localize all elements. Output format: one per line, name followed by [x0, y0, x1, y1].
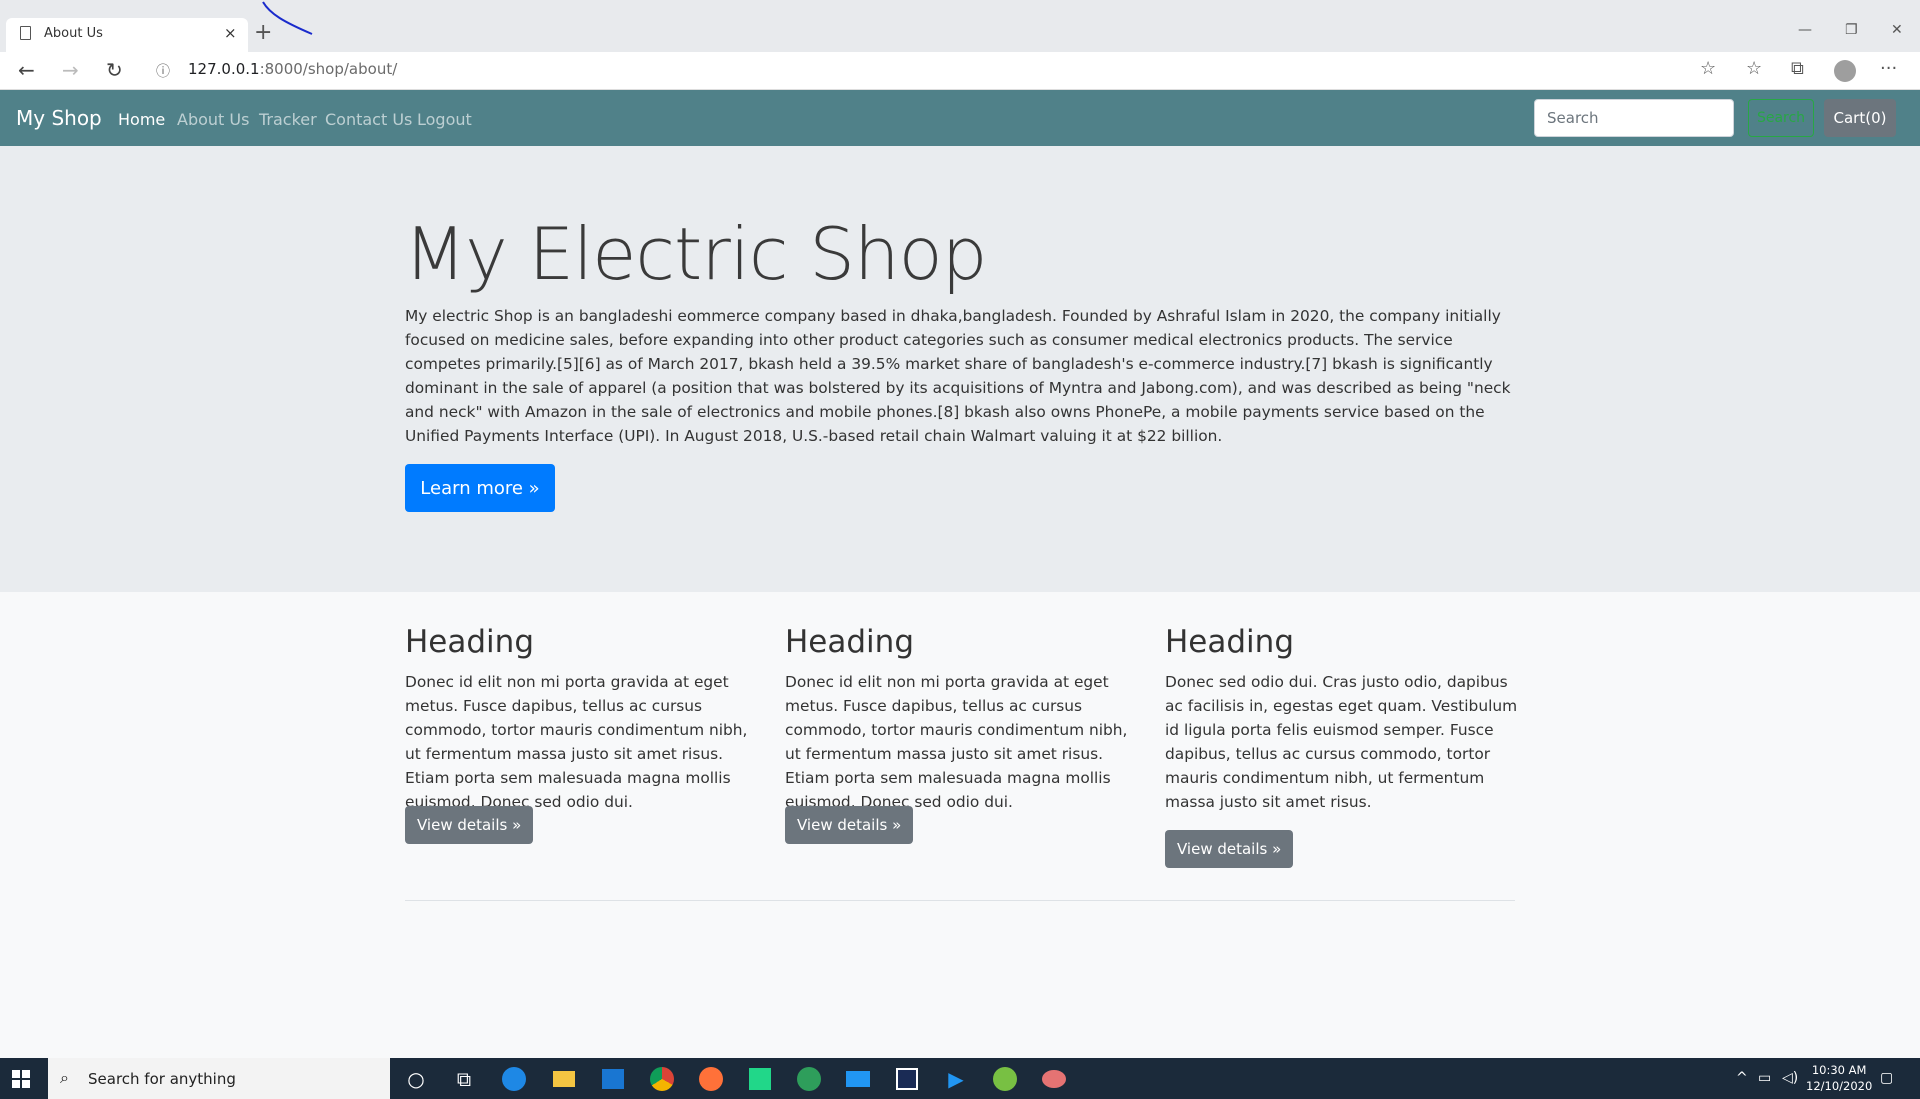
page-title: My Electric Shop	[404, 212, 987, 296]
windows-start-icon[interactable]	[12, 1070, 30, 1088]
view-details-button-3[interactable]: View details »	[1165, 830, 1294, 868]
forward-icon[interactable]: →	[62, 58, 79, 82]
cortana-icon[interactable]: ○	[401, 1064, 431, 1094]
utorrent-icon[interactable]	[990, 1064, 1020, 1094]
search-button[interactable]: Search	[1748, 99, 1814, 137]
taskbar-clock[interactable]: 10:30 AM 12/10/2020	[1806, 1062, 1872, 1094]
divider	[405, 900, 1515, 901]
column-text-3: Donec sed odio dui. Cras justo odio, dap…	[1165, 673, 1518, 811]
chrome-icon[interactable]	[647, 1064, 677, 1094]
column-text-2: Donec id elit non mi porta gravida at eg…	[785, 673, 1128, 811]
view-details-button-2[interactable]: View details »	[785, 806, 914, 844]
store-icon[interactable]	[598, 1064, 628, 1094]
nav-about-us[interactable]: About Us	[177, 110, 249, 129]
pycharm-icon[interactable]	[745, 1064, 775, 1094]
minimize-icon[interactable]: —	[1798, 22, 1812, 38]
search-icon: ⌕	[60, 1068, 69, 1087]
about-paragraph: My electric Shop is an bangladeshi eomme…	[405, 307, 1511, 445]
pen-scribble	[262, 1, 313, 35]
nav-home[interactable]: Home	[118, 110, 165, 129]
back-icon[interactable]: ←	[18, 58, 35, 82]
firefox-icon[interactable]	[696, 1064, 726, 1094]
bookmark-star-icon[interactable]: ☆	[1700, 58, 1716, 79]
page-icon	[20, 26, 31, 40]
reload-icon[interactable]: ↻	[106, 58, 123, 82]
network-icon[interactable]: ▭	[1758, 1070, 1771, 1086]
clock-date: 12/10/2020	[1806, 1079, 1873, 1093]
taskbar-search-text: Search for anything	[88, 1070, 236, 1088]
mail-icon[interactable]	[843, 1064, 873, 1094]
search-input[interactable]	[1534, 99, 1734, 137]
clock-time: 10:30 AM	[1811, 1063, 1867, 1077]
favorites-icon[interactable]: ☆	[1746, 58, 1762, 79]
nav-tracker[interactable]: Tracker	[259, 110, 317, 129]
tab-title: About Us	[44, 26, 103, 41]
edge-icon[interactable]	[499, 1064, 529, 1094]
column-heading-3: Heading	[1165, 624, 1294, 660]
more-menu-icon[interactable]: ···	[1880, 58, 1897, 79]
notifications-icon[interactable]: ▢	[1880, 1070, 1893, 1086]
file-explorer-icon[interactable]	[549, 1064, 579, 1094]
snipping-icon[interactable]	[1039, 1064, 1069, 1094]
browser-tab[interactable]	[6, 18, 248, 52]
nav-logout[interactable]: Logout	[417, 110, 472, 129]
info-icon[interactable]: ⓘ	[156, 61, 170, 81]
close-tab-icon[interactable]: ×	[224, 24, 237, 42]
cart-button[interactable]: Cart(0)	[1824, 99, 1896, 137]
window-close-icon[interactable]: ✕	[1891, 22, 1903, 38]
profile-avatar[interactable]	[1834, 60, 1856, 82]
url-text[interactable]: 127.0.0.1:8000/shop/about/	[188, 60, 397, 78]
restore-icon[interactable]: ❐	[1845, 22, 1858, 38]
collections-icon[interactable]: ⧉	[1791, 58, 1804, 79]
learn-more-button[interactable]: Learn more »	[405, 464, 555, 512]
media-player-icon[interactable]: ▶	[941, 1064, 971, 1094]
task-view-icon[interactable]: ⧉	[449, 1064, 479, 1094]
volume-icon[interactable]: ◁)	[1782, 1070, 1798, 1086]
url-host: 127.0.0.1	[188, 60, 260, 78]
url-path: :8000/shop/about/	[259, 60, 398, 78]
view-details-button-1[interactable]: View details »	[405, 806, 534, 844]
column-text-1: Donec id elit non mi porta gravida at eg…	[405, 673, 748, 811]
nav-contact-us[interactable]: Contact Us	[325, 110, 412, 129]
column-heading-1: Heading	[405, 624, 534, 660]
globe-app-icon[interactable]	[794, 1064, 824, 1094]
brand-link[interactable]: My Shop	[16, 106, 102, 130]
column-heading-2: Heading	[785, 624, 914, 660]
tray-chevron-icon[interactable]: ^	[1736, 1070, 1748, 1086]
vscode-icon[interactable]	[892, 1064, 922, 1094]
